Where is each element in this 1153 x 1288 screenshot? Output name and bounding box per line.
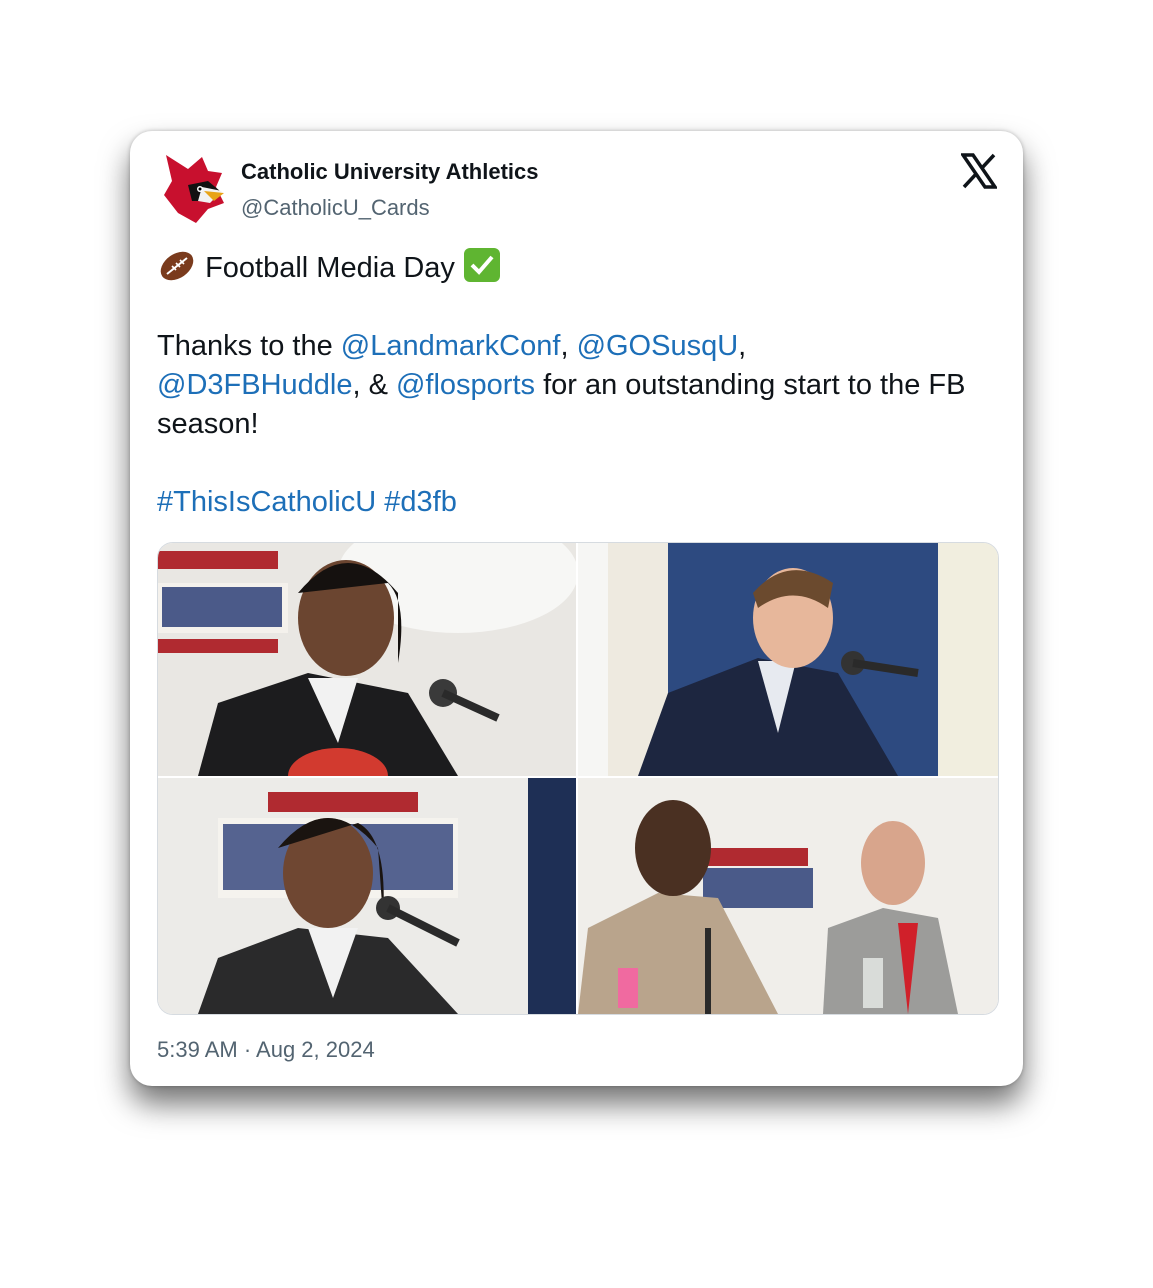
tweet-paragraph: Thanks to the @LandmarkConf, @GOSusqU, @D…: [157, 327, 987, 444]
tweet-heading: Football Media Day: [205, 252, 455, 284]
text-segment: ,: [560, 330, 577, 362]
photo-2[interactable]: [578, 543, 998, 776]
account-name[interactable]: Catholic University Athletics: [241, 159, 538, 185]
mention-gosusqu[interactable]: @GOSusqU: [577, 330, 739, 362]
cardinal-logo-icon[interactable]: [158, 151, 228, 227]
tweet-text: Football Media Day Thanks to the @Landma…: [157, 247, 987, 522]
mention-d3fbhuddle[interactable]: @D3FBHuddle: [157, 369, 352, 401]
mention-flosports[interactable]: @flosports: [396, 369, 535, 401]
text-segment: Thanks to the: [157, 330, 341, 362]
media-grid: [157, 542, 999, 1015]
timestamp[interactable]: 5:39 AM · Aug 2, 2024: [157, 1037, 375, 1063]
photo-4-image: [578, 778, 998, 1014]
football-icon: [160, 251, 194, 281]
photo-4[interactable]: [578, 778, 998, 1014]
photo-2-image: [578, 543, 998, 776]
tweet-hashtags: #ThisIsCatholicU #d3fb: [157, 483, 987, 522]
tweet-card: Catholic University Athletics @CatholicU…: [130, 131, 1023, 1086]
text-segment: , &: [352, 369, 396, 401]
tweet-line-1: Football Media Day: [157, 247, 987, 288]
photo-1-image: [158, 543, 576, 776]
hashtag-thisiscatholicu[interactable]: #ThisIsCatholicU: [157, 486, 376, 518]
text-segment: ,: [738, 330, 747, 362]
mention-landmarkconf[interactable]: @LandmarkConf: [341, 330, 561, 362]
photo-3-image: [158, 778, 576, 1014]
x-logo-icon[interactable]: [961, 153, 997, 189]
photo-1[interactable]: [158, 543, 576, 776]
photo-3[interactable]: [158, 778, 576, 1014]
account-handle[interactable]: @CatholicU_Cards: [241, 195, 430, 221]
hashtag-d3fb[interactable]: #d3fb: [384, 486, 457, 518]
check-mark-button-icon: [463, 248, 500, 282]
